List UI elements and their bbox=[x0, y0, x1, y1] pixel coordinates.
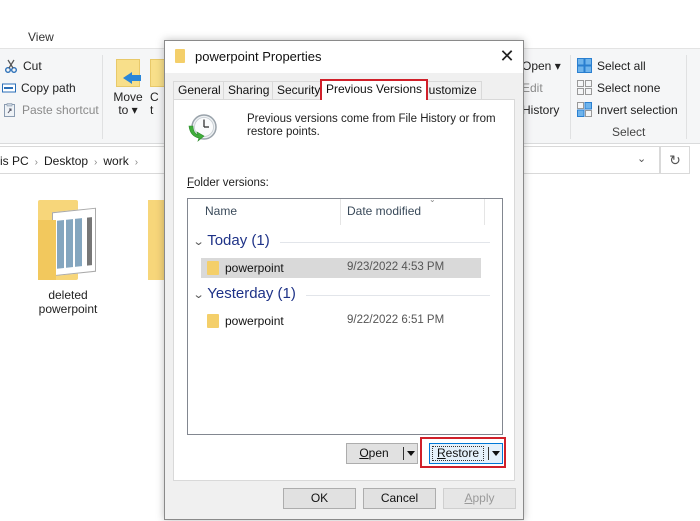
column-header-date-modified[interactable]: Date modified bbox=[340, 199, 484, 225]
ok-button[interactable]: OK bbox=[283, 488, 356, 509]
breadcrumb-work[interactable]: work bbox=[103, 154, 128, 168]
scissors-icon bbox=[5, 59, 17, 73]
edit-ribbon-label: Edit bbox=[522, 81, 543, 95]
history-ribbon-button[interactable]: History bbox=[522, 103, 559, 117]
restore-highlight-annotation bbox=[420, 437, 506, 468]
address-dropdown-icon[interactable]: ⌄ bbox=[637, 152, 646, 165]
tab-general[interactable]: General bbox=[173, 81, 226, 99]
sort-chevron-icon: ⌄ bbox=[429, 195, 436, 204]
tab-security[interactable]: Security bbox=[272, 81, 326, 99]
open-button-label: Open bbox=[347, 444, 401, 463]
tab-sharing[interactable]: Sharing bbox=[223, 81, 275, 99]
file-name-line1: deleted bbox=[48, 288, 88, 302]
refresh-icon: ↻ bbox=[669, 152, 681, 168]
version-name: powerpoint bbox=[225, 314, 284, 328]
group-label: Today (1) bbox=[207, 232, 270, 249]
copy-path-icon bbox=[2, 83, 16, 93]
file-name-line2: powerpoint bbox=[38, 302, 98, 316]
apply-button[interactable]: Apply bbox=[443, 488, 516, 509]
breadcrumb-separator[interactable]: › bbox=[35, 157, 38, 168]
select-none-icon bbox=[577, 80, 592, 95]
move-to-label-2: to ▾ bbox=[118, 103, 138, 117]
apply-label-text: pply bbox=[472, 491, 495, 505]
paste-shortcut-button[interactable]: Paste shortcut bbox=[3, 103, 99, 117]
select-all-icon bbox=[577, 58, 592, 73]
dropdown-arrow-icon[interactable] bbox=[407, 451, 415, 456]
dialog-title: powerpoint Properties bbox=[195, 49, 322, 64]
version-row[interactable]: powerpoint 9/23/2022 4:53 PM bbox=[201, 258, 481, 278]
chevron-down-icon[interactable]: ⌄ bbox=[193, 288, 205, 301]
version-date: 9/22/2022 6:51 PM bbox=[347, 314, 445, 326]
ribbon-separator bbox=[102, 55, 103, 139]
breadcrumb-this-pc[interactable]: is PC bbox=[0, 154, 29, 168]
open-ribbon-label: Open ▾ bbox=[522, 59, 561, 73]
paste-shortcut-label: Paste shortcut bbox=[22, 103, 99, 117]
breadcrumb-separator[interactable]: › bbox=[94, 157, 97, 168]
ribbon-tab-view[interactable]: View bbox=[28, 30, 54, 44]
select-all-label: Select all bbox=[597, 58, 646, 73]
ribbon-separator bbox=[570, 55, 571, 139]
copy-path-button[interactable]: Copy path bbox=[2, 81, 76, 95]
open-ribbon-button[interactable]: Open ▾ bbox=[522, 59, 561, 73]
close-icon[interactable]: ✕ bbox=[495, 45, 519, 69]
copy-path-label: Copy path bbox=[21, 81, 76, 95]
edit-ribbon-button[interactable]: Edit bbox=[522, 81, 543, 95]
tab-previous-versions[interactable]: Previous Versions bbox=[320, 79, 429, 100]
previous-versions-panel: Previous versions come from File History… bbox=[173, 99, 515, 481]
group-header-yesterday[interactable]: ⌄ Yesterday (1) bbox=[193, 285, 296, 302]
group-divider bbox=[280, 242, 490, 243]
folder-versions-text: older versions: bbox=[194, 177, 269, 189]
dialog-titlebar[interactable]: powerpoint Properties ✕ bbox=[165, 41, 523, 73]
cut-button[interactable]: Cut bbox=[4, 59, 42, 73]
group-divider bbox=[306, 295, 490, 296]
clock-restore-icon bbox=[188, 114, 217, 142]
version-name: powerpoint bbox=[225, 261, 284, 275]
open-accelerator: O bbox=[359, 446, 369, 460]
select-group-label: Select bbox=[612, 125, 646, 139]
select-all-button[interactable]: Select all bbox=[577, 58, 646, 73]
column-header-name[interactable]: Name bbox=[188, 199, 340, 225]
move-to-icon bbox=[116, 59, 141, 87]
refresh-button[interactable]: ↻ bbox=[660, 146, 690, 174]
folder-icon bbox=[207, 261, 219, 275]
group-header-today[interactable]: ⌄ Today (1) bbox=[193, 232, 270, 249]
open-label-text: pen bbox=[368, 446, 389, 460]
version-row[interactable]: powerpoint 9/22/2022 6:51 PM bbox=[201, 311, 481, 331]
version-date: 9/23/2022 4:53 PM bbox=[347, 261, 445, 273]
folder-icon[interactable] bbox=[148, 200, 164, 280]
invert-selection-button[interactable]: Invert selection bbox=[577, 102, 678, 117]
history-ribbon-label: History bbox=[522, 103, 560, 117]
breadcrumb-separator[interactable]: › bbox=[135, 157, 138, 168]
select-none-label: Select none bbox=[597, 80, 661, 95]
breadcrumb-desktop[interactable]: Desktop bbox=[44, 154, 88, 168]
folder-thumbnail-icon bbox=[38, 200, 98, 280]
cut-label: Cut bbox=[23, 59, 42, 73]
folder-icon bbox=[207, 314, 219, 328]
select-none-button[interactable]: Select none bbox=[577, 80, 660, 95]
split-divider bbox=[403, 447, 404, 460]
invert-selection-icon bbox=[577, 102, 592, 117]
paste-shortcut-icon bbox=[4, 103, 15, 117]
chevron-down-icon[interactable]: ⌄ bbox=[193, 235, 205, 248]
ribbon-separator bbox=[686, 55, 687, 139]
move-to-button[interactable]: Move to ▾ bbox=[112, 59, 144, 117]
cancel-button[interactable]: Cancel bbox=[363, 488, 436, 509]
folder-versions-list[interactable]: Name Date modified ⌄ ⌄ Today (1) powerpoi… bbox=[187, 195, 503, 435]
intro-text: Previous versions come from File History… bbox=[247, 113, 496, 138]
breadcrumb: is PC › Desktop › work › bbox=[0, 154, 144, 168]
folder-versions-label: Folder versions: bbox=[187, 177, 269, 189]
invert-selection-label: Invert selection bbox=[597, 102, 678, 117]
folder-versions-accelerator: F bbox=[187, 177, 195, 189]
file-item-deleted-powerpoint[interactable]: deleted powerpoint bbox=[30, 200, 106, 316]
open-button[interactable]: Open bbox=[346, 443, 418, 464]
group-label: Yesterday (1) bbox=[207, 285, 296, 302]
column-divider bbox=[484, 199, 485, 225]
apply-accelerator: A bbox=[464, 491, 473, 505]
folder-icon bbox=[175, 49, 185, 63]
